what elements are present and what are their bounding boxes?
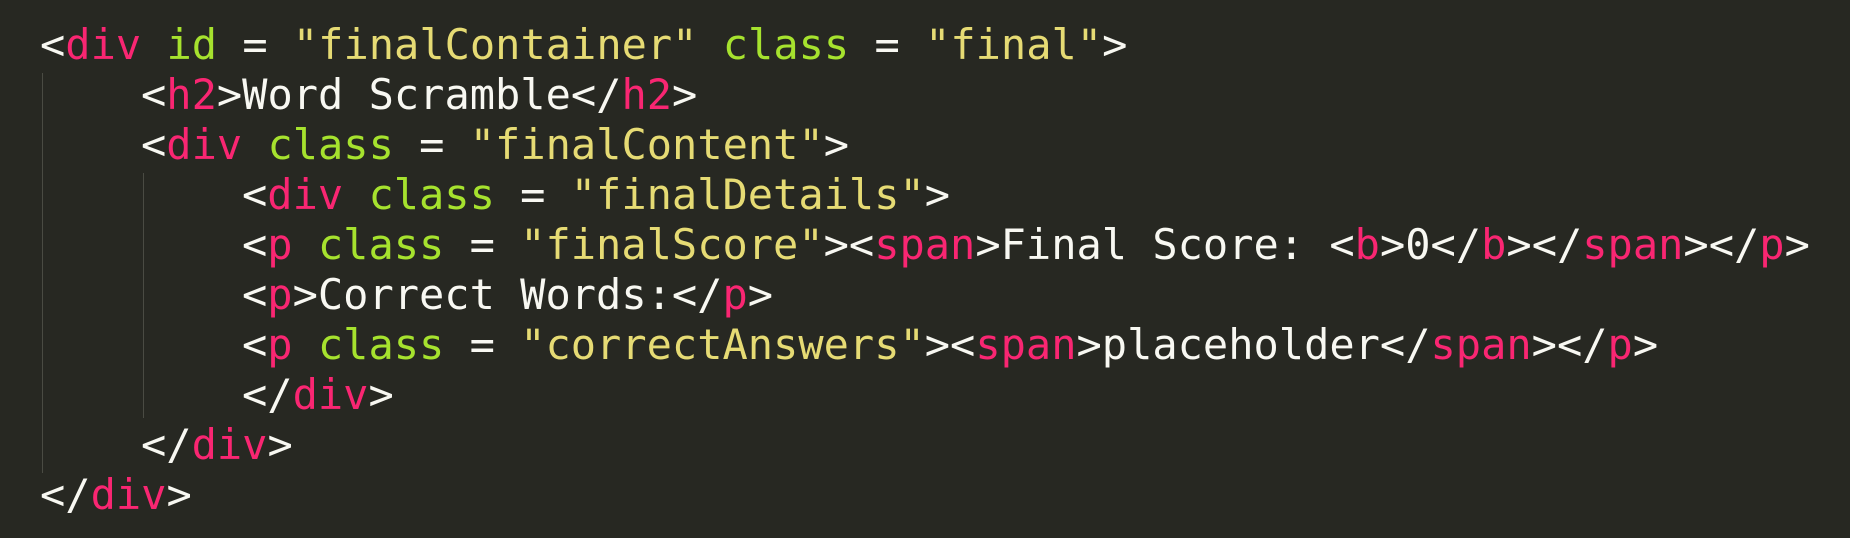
code-tag-name: h2: [166, 70, 217, 119]
code-attribute: class: [317, 220, 445, 269]
code-line[interactable]: </div>: [40, 420, 1810, 470]
code-tag-name: p: [267, 270, 293, 319]
code-text: </: [141, 420, 192, 469]
code-text: >: [166, 470, 192, 519]
code-text: =: [217, 20, 293, 69]
code-attribute: class: [267, 120, 394, 169]
code-tag-name: div: [166, 120, 243, 169]
code-string: "finalContent": [469, 120, 824, 169]
code-text: <: [141, 120, 167, 169]
code-string: "finalScore": [520, 220, 824, 269]
code-text: =: [444, 320, 521, 369]
code-editor[interactable]: <div id = "finalContainer" class = "fina…: [0, 0, 1850, 538]
code-text: >: [672, 70, 698, 119]
code-text: ><: [823, 220, 875, 269]
code-text: =: [393, 120, 470, 169]
code-string: "correctAnswers": [520, 320, 925, 369]
code-text: ></: [1683, 220, 1760, 269]
code-text: >: [368, 370, 394, 419]
code-line[interactable]: <p class = "correctAnswers"><span>placeh…: [40, 320, 1810, 370]
code-text: >Word Scramble</: [216, 70, 622, 119]
code-attribute: class: [722, 20, 850, 69]
code-line[interactable]: <p class = "finalScore"><span>Final Scor…: [40, 220, 1810, 270]
code-text: >: [1632, 320, 1659, 369]
code-text: >0</: [1379, 220, 1482, 269]
code-text: >: [924, 170, 951, 219]
code-text: <: [242, 320, 268, 369]
code-line[interactable]: <p>Correct Words:</p>: [40, 270, 1810, 320]
code-text: =: [849, 20, 926, 69]
code-text: <: [242, 270, 268, 319]
code-text: ><: [924, 320, 976, 369]
code-text: >Correct Words:</: [292, 270, 723, 319]
code-tag-name: h2: [621, 70, 673, 119]
code-tag-name: div: [292, 370, 369, 419]
code-attribute: class: [317, 320, 445, 369]
code-tag-name: p: [722, 270, 748, 319]
code-tag-name: div: [90, 470, 167, 519]
code-line[interactable]: <div id = "finalContainer" class = "fina…: [40, 20, 1810, 70]
code-text: >: [267, 420, 293, 469]
code-line[interactable]: <h2>Word Scramble</h2>: [40, 70, 1810, 120]
code-text: >placeholder</: [1076, 320, 1431, 369]
code-tag-name: p: [1759, 220, 1785, 269]
code-tag-name: span: [874, 220, 976, 269]
code-line[interactable]: <div class = "finalContent">: [40, 120, 1810, 170]
code-tag-name: div: [191, 420, 268, 469]
code-tag-name: p: [267, 220, 293, 269]
code-attribute: class: [368, 170, 495, 219]
code-tag-name: span: [975, 320, 1077, 369]
code-line[interactable]: <div class = "finalDetails">: [40, 170, 1810, 220]
code-text: <: [141, 70, 167, 119]
code-text: <: [242, 170, 268, 219]
code-string: "final": [925, 20, 1103, 69]
code-text: >: [1784, 220, 1810, 269]
code-tag-name: b: [1354, 220, 1380, 269]
code-tag-name: span: [1582, 220, 1684, 269]
code-tag-name: div: [65, 20, 142, 69]
code-area[interactable]: <div id = "finalContainer" class = "fina…: [40, 20, 1810, 520]
code-text: >: [823, 120, 850, 169]
code-text: <: [40, 20, 66, 69]
code-attribute: id: [166, 20, 218, 69]
code-text: </: [40, 470, 91, 519]
code-line[interactable]: </div>: [40, 370, 1810, 420]
code-text: >: [747, 270, 774, 319]
code-text: >Final Score: <: [975, 220, 1355, 269]
code-tag-name: div: [267, 170, 344, 219]
code-string: "finalDetails": [570, 170, 925, 219]
code-text: ></: [1506, 220, 1583, 269]
code-text: >: [1102, 20, 1128, 69]
code-tag-name: p: [267, 320, 293, 369]
code-text: </: [242, 370, 293, 419]
code-text: =: [444, 220, 521, 269]
code-line[interactable]: </div>: [40, 470, 1810, 520]
code-text: <: [242, 220, 268, 269]
code-text: =: [494, 170, 571, 219]
code-tag-name: b: [1481, 220, 1507, 269]
code-tag-name: p: [1607, 320, 1633, 369]
code-text: ></: [1531, 320, 1608, 369]
code-string: "finalContainer": [292, 20, 698, 69]
code-tag-name: span: [1430, 320, 1532, 369]
